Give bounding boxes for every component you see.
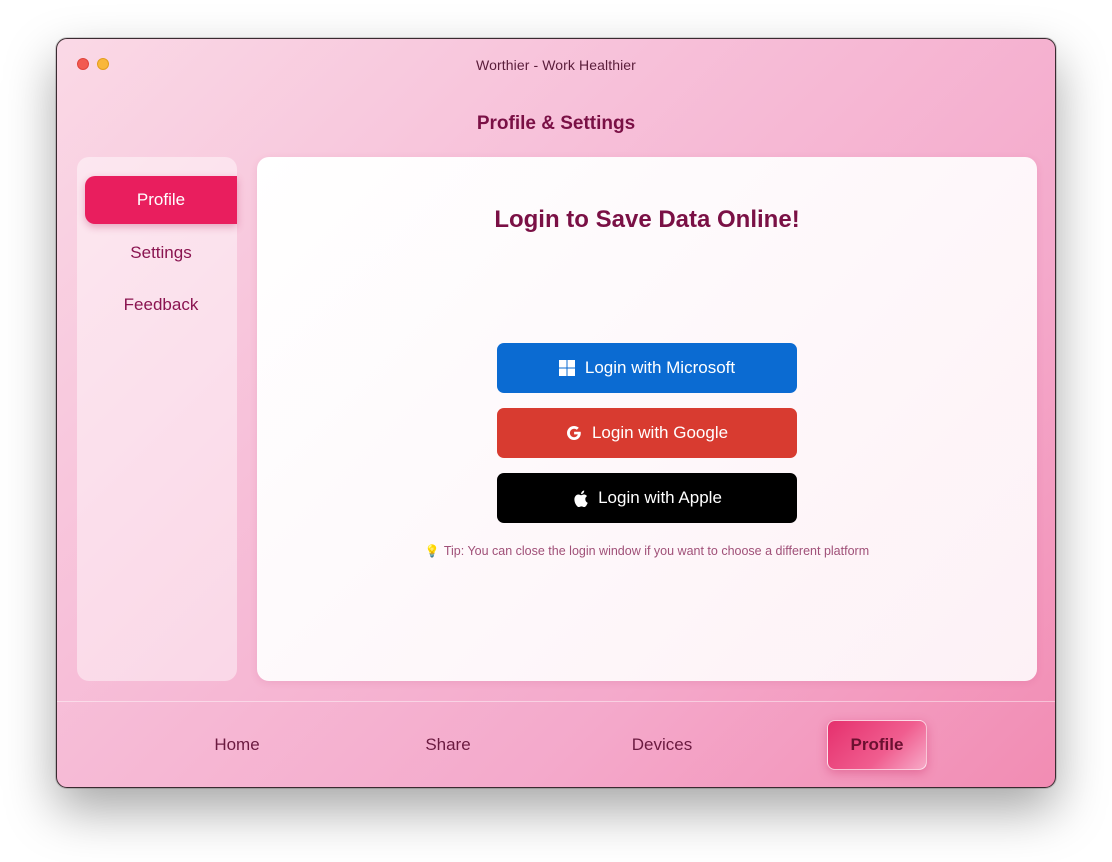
login-microsoft-label: Login with Microsoft <box>584 358 736 377</box>
bottom-nav: Home Share Devices Profile <box>57 702 1055 787</box>
nav-profile[interactable]: Profile <box>827 720 927 770</box>
title-bar: Worthier - Work Healthier <box>57 39 1055 91</box>
sidebar-item-settings[interactable]: Settings <box>85 229 237 277</box>
login-google-button[interactable]: Login with Google <box>497 408 797 458</box>
sidebar-item-profile[interactable]: Profile <box>85 176 237 224</box>
nav-home[interactable]: Home <box>187 720 287 770</box>
login-tip: 💡 Tip: You can close the login window if … <box>257 544 1037 558</box>
sidebar: Profile Settings Feedback <box>77 157 237 681</box>
tip-text: Tip: You can close the login window if y… <box>443 544 870 558</box>
login-apple-label: Login with Apple <box>598 488 722 507</box>
login-microsoft-button[interactable]: Login with Microsoft <box>497 343 797 393</box>
window-title: Worthier - Work Healthier <box>476 57 636 73</box>
lightbulb-icon: 💡 <box>424 544 440 558</box>
sidebar-item-feedback[interactable]: Feedback <box>85 281 237 329</box>
login-google-label: Login with Google <box>591 423 729 442</box>
login-heading: Login to Save Data Online! <box>494 206 800 233</box>
login-panel: Login to Save Data Online! Login with Mi… <box>257 157 1037 681</box>
page-title: Profile & Settings <box>476 113 636 134</box>
app-window: Worthier - Work Healthier Profile & Sett… <box>56 38 1056 788</box>
login-apple-button[interactable]: Login with Apple <box>497 473 797 523</box>
apple-icon <box>572 490 589 507</box>
nav-devices[interactable]: Devices <box>612 720 712 770</box>
nav-share[interactable]: Share <box>398 720 498 770</box>
google-icon <box>566 425 583 442</box>
windows-icon <box>559 360 576 377</box>
